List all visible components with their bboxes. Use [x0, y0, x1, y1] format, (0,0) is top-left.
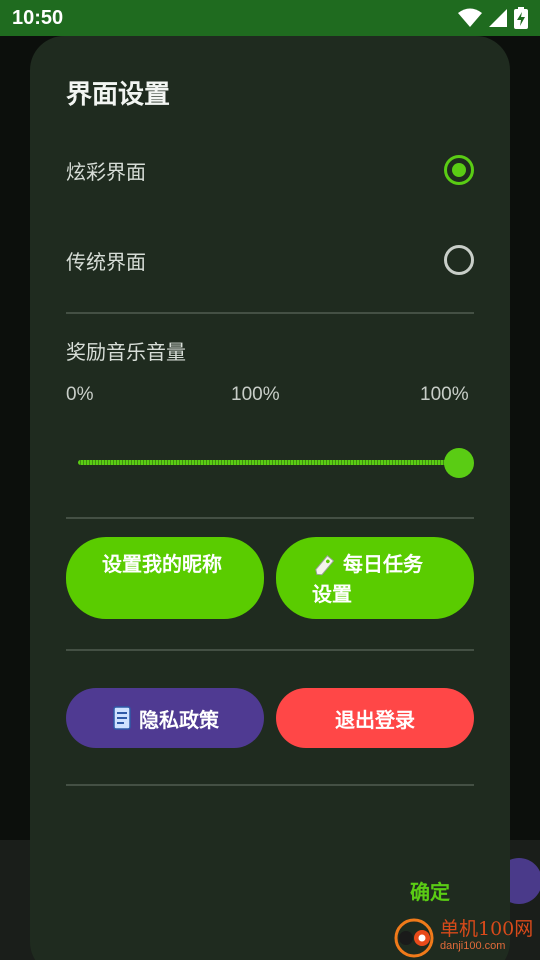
option-colorful-label: 炫彩界面: [66, 159, 146, 184]
watermark-logo-icon: [394, 918, 434, 958]
privacy-policy-label: 隐私政策: [139, 707, 219, 732]
watermark-en: danji100.com: [440, 940, 506, 952]
status-time: 10:50: [12, 6, 64, 29]
volume-slider-track[interactable]: [78, 460, 460, 465]
volume-min-label: 0%: [66, 384, 94, 405]
logout-button[interactable]: 退出登录: [276, 688, 474, 748]
status-icons: [458, 7, 528, 29]
divider: [66, 312, 474, 314]
option-classic[interactable]: 传统界面: [66, 236, 474, 284]
volume-max-label: 100%: [420, 384, 469, 405]
radio-classic[interactable]: [444, 245, 474, 275]
volume-slider-thumb[interactable]: [444, 448, 474, 478]
settings-dialog: 界面设置 炫彩界面 传统界面 奖励音乐音量 0% 100% 100% 设置我的昵…: [30, 36, 510, 960]
privacy-policy-button[interactable]: 隐私政策: [66, 688, 264, 748]
divider: [66, 517, 474, 519]
battery-charging-icon: [514, 7, 528, 29]
status-bar: 10:50: [0, 0, 540, 36]
set-nickname-button[interactable]: 设置我的昵称: [66, 537, 264, 619]
volume-current-label: 100%: [231, 384, 280, 405]
divider: [66, 784, 474, 786]
tag-icon: [315, 554, 335, 575]
signal-icon: [489, 9, 507, 27]
watermark-cn: 单机100网: [440, 918, 534, 940]
radio-colorful[interactable]: [444, 155, 474, 185]
volume-label: 奖励音乐音量: [66, 340, 186, 364]
option-classic-label: 传统界面: [66, 249, 146, 274]
daily-task-settings-button[interactable]: 每日任务设置: [276, 537, 474, 619]
divider: [66, 649, 474, 651]
logout-label: 退出登录: [335, 707, 415, 732]
watermark: 单机100网 danji100.com: [392, 914, 533, 958]
confirm-button[interactable]: 确定: [410, 876, 450, 905]
dialog-title: 界面设置: [66, 80, 171, 110]
volume-slider[interactable]: [78, 448, 474, 478]
wifi-icon: [458, 8, 482, 27]
set-nickname-label: 设置我的昵称: [102, 552, 222, 576]
document-icon: [113, 706, 131, 730]
option-colorful[interactable]: 炫彩界面: [66, 146, 474, 194]
